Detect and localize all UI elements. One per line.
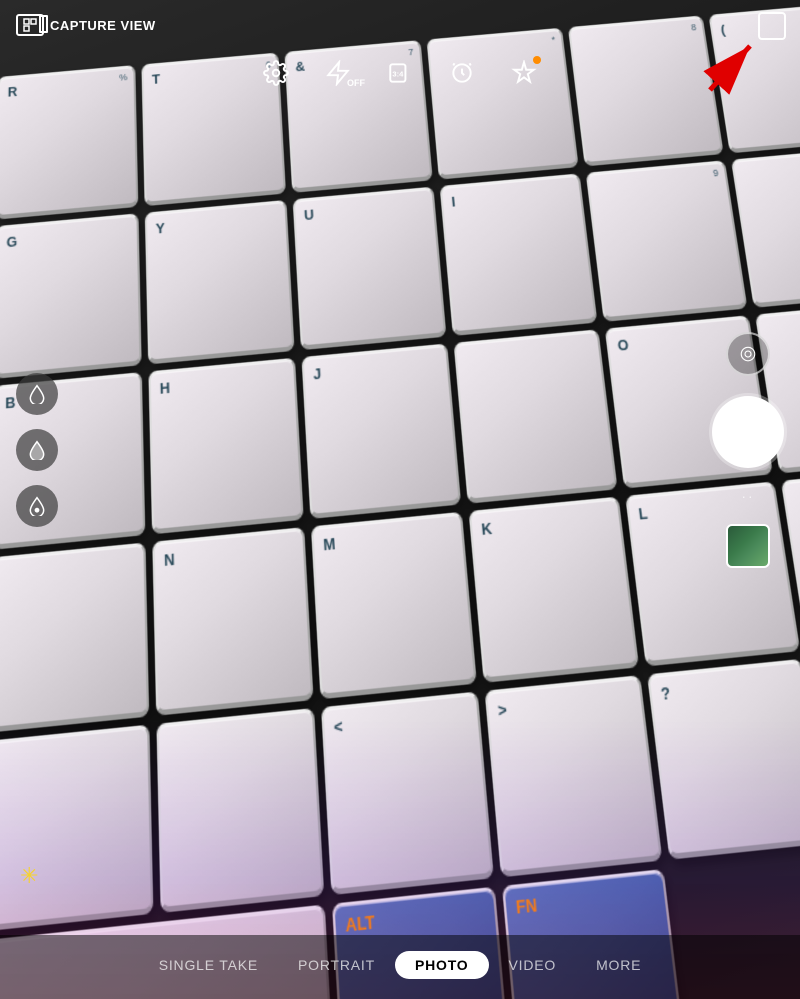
ratio-icon: 3:4 bbox=[387, 60, 413, 86]
mode-portrait[interactable]: PORTRAIT bbox=[278, 951, 395, 979]
timer-icon bbox=[449, 60, 475, 86]
key-i: I bbox=[440, 173, 598, 335]
key-empty2 bbox=[0, 542, 149, 733]
sparkle-button[interactable] bbox=[511, 60, 537, 86]
flash-button[interactable]: OFF bbox=[325, 60, 351, 86]
flash-off-label: OFF bbox=[347, 78, 365, 88]
key-empty1: * bbox=[427, 28, 579, 180]
settings-button[interactable] bbox=[263, 60, 289, 86]
key-h: H bbox=[148, 357, 303, 533]
watermark-on-button[interactable] bbox=[16, 429, 58, 471]
key-gt: > bbox=[485, 676, 663, 878]
key-k bbox=[454, 329, 618, 503]
key-j: J bbox=[301, 343, 461, 518]
top-bar: CAPTURE VIEW bbox=[0, 0, 800, 46]
gear-icon bbox=[263, 60, 289, 86]
keyboard-background: R% T6 &7 * 8 (9 G Y U I 9 0 B H J O N M … bbox=[0, 0, 800, 999]
key-empty5 bbox=[156, 709, 324, 914]
camera-viewfinder: R% T6 &7 * 8 (9 G Y U I 9 0 B H J O N M … bbox=[0, 0, 800, 999]
key-n: N bbox=[152, 527, 313, 717]
zoom-button[interactable] bbox=[726, 332, 770, 376]
gallery-thumbnail[interactable] bbox=[726, 524, 770, 568]
drop-sparkle-icon bbox=[27, 496, 47, 516]
svg-text:3:4: 3:4 bbox=[392, 69, 404, 78]
drop-outline-icon bbox=[27, 384, 47, 404]
left-side-controls bbox=[16, 373, 58, 527]
ratio-button[interactable]: 3:4 bbox=[387, 60, 413, 86]
capture-view-button[interactable]: CAPTURE VIEW bbox=[16, 14, 156, 36]
mode-video[interactable]: VIDEO bbox=[489, 951, 577, 979]
mode-photo[interactable]: PHOTO bbox=[395, 951, 489, 979]
key-lt: < bbox=[321, 692, 494, 895]
key-empty4 bbox=[0, 725, 153, 931]
key-y: Y bbox=[145, 200, 295, 364]
key-9: 9 bbox=[586, 160, 748, 321]
watermark-sparkle-button[interactable] bbox=[16, 485, 58, 527]
camera-settings-row: OFF 3:4 bbox=[0, 60, 800, 86]
bottom-controls: SINGLE TAKE PORTRAIT PHOTO VIDEO MORE bbox=[0, 935, 800, 999]
more-options-icon[interactable]: ·· bbox=[741, 488, 754, 504]
mode-row: SINGLE TAKE PORTRAIT PHOTO VIDEO MORE bbox=[0, 935, 800, 999]
key-m: M bbox=[311, 511, 477, 700]
key-r: R% bbox=[0, 65, 138, 219]
sparkle-icon bbox=[511, 60, 537, 86]
right-side-controls: ·· bbox=[712, 332, 784, 568]
ai-sparkle-symbol: ✳ bbox=[20, 863, 38, 888]
key-question: ? bbox=[647, 659, 800, 860]
capture-view-label: CAPTURE VIEW bbox=[50, 18, 156, 33]
shutter-button[interactable] bbox=[712, 396, 784, 468]
ai-sparkle-button[interactable]: ✳ bbox=[20, 863, 38, 889]
zoom-ring-icon bbox=[739, 345, 757, 363]
watermark-off-button[interactable] bbox=[16, 373, 58, 415]
orange-dot-indicator bbox=[533, 56, 541, 64]
key-u: U bbox=[293, 186, 447, 349]
square-icon-button[interactable] bbox=[758, 12, 786, 40]
key-g: G bbox=[0, 213, 142, 378]
grid-icon bbox=[23, 18, 37, 32]
key-k2: K bbox=[468, 496, 639, 683]
mode-single-take[interactable]: SINGLE TAKE bbox=[139, 951, 278, 979]
drop-filled-icon bbox=[27, 440, 47, 460]
timer-button[interactable] bbox=[449, 60, 475, 86]
mode-more[interactable]: MORE bbox=[576, 951, 661, 979]
capture-view-icon bbox=[16, 14, 44, 36]
